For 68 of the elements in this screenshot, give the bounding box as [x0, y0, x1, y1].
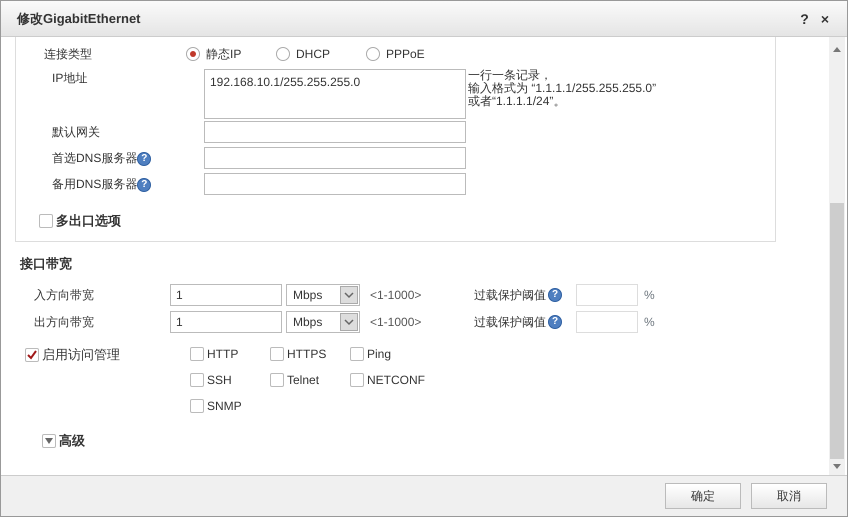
- checkbox-label: SSH: [207, 372, 232, 389]
- help-button[interactable]: ?: [548, 288, 562, 302]
- section-title: 接口带宽: [20, 254, 73, 272]
- caret-icon: [45, 438, 53, 444]
- checkbox-label: 多出口选项: [56, 212, 121, 230]
- field-label: 过载保护阈值: [474, 286, 546, 304]
- unit-select[interactable]: Mbps: [286, 310, 360, 332]
- field-label: 首选DNS服务器: [52, 151, 138, 165]
- caret-icon[interactable]: [344, 318, 354, 326]
- range-text: <1-1000>: [370, 314, 422, 330]
- close-button[interactable]: ×: [814, 12, 835, 26]
- input-field[interactable]: [204, 121, 466, 143]
- threshold-field[interactable]: [576, 284, 638, 306]
- radio-button[interactable]: [366, 47, 380, 61]
- range-text: <1-1000>: [370, 286, 422, 304]
- help-button[interactable]: ?: [794, 12, 815, 26]
- checkbox-label: SNMP: [207, 398, 242, 415]
- checkbox[interactable]: [25, 348, 39, 362]
- field-label: 连接类型: [43, 46, 93, 63]
- radio-button[interactable]: [186, 47, 200, 61]
- scroll-up-icon[interactable]: [832, 45, 842, 53]
- bandwidth-field[interactable]: 1: [170, 284, 282, 306]
- checkbox-label: 启用访问管理: [42, 346, 120, 364]
- checkbox-label: HTTP: [207, 346, 238, 363]
- input-field[interactable]: [204, 173, 466, 195]
- checkbox[interactable]: [270, 373, 284, 387]
- help-button[interactable]: ?: [137, 152, 152, 166]
- percent-text: %: [644, 286, 655, 304]
- caret-icon[interactable]: [344, 290, 354, 298]
- checkbox[interactable]: [190, 347, 204, 361]
- field-label: 过载保护阈值: [474, 314, 546, 330]
- field-label: 备用DNS服务器: [52, 177, 138, 191]
- checkbox-label: NETCONF: [367, 372, 425, 389]
- scroll-down-icon[interactable]: [832, 463, 842, 471]
- radio-label: DHCP: [296, 46, 330, 63]
- checkbox[interactable]: [270, 347, 284, 361]
- checkbox[interactable]: [350, 373, 364, 387]
- radio-label: 静态IP: [206, 46, 242, 63]
- threshold-field[interactable]: [576, 310, 638, 332]
- input-field[interactable]: [204, 147, 466, 169]
- checkbox-label: Telnet: [287, 372, 320, 389]
- radio-button[interactable]: [276, 47, 290, 61]
- radio-label: PPPoE: [386, 46, 425, 63]
- checkbox-label: Ping: [367, 346, 392, 363]
- field-label: 默认网关: [52, 125, 100, 139]
- dialog-button[interactable]: 确定: [665, 483, 741, 509]
- checkbox[interactable]: [190, 399, 204, 413]
- bandwidth-field[interactable]: 1: [170, 310, 282, 332]
- checkbox[interactable]: [190, 373, 204, 387]
- expand-toggle[interactable]: [42, 434, 56, 448]
- checkbox[interactable]: [39, 214, 53, 228]
- field-label: 出方向带宽: [33, 314, 95, 330]
- hint-text: 或者“1.1.1.1/24”。: [468, 95, 566, 108]
- unit-select[interactable]: Mbps: [286, 284, 360, 306]
- field-label: IP地址: [51, 70, 88, 87]
- hint-text: 输入格式为 “1.1.1.1/255.255.255.0”: [468, 82, 656, 95]
- scrollbar-thumb[interactable]: [830, 203, 844, 459]
- field-label: 入方向带宽: [33, 286, 95, 304]
- hint-text: 一行一条记录，: [468, 69, 553, 82]
- dialog-button[interactable]: 取消: [751, 483, 827, 509]
- help-button[interactable]: ?: [137, 178, 152, 192]
- percent-text: %: [644, 314, 655, 330]
- ip-address-field[interactable]: 192.168.10.1/255.255.255.0: [204, 69, 466, 119]
- window-title: 修改GigabitEthernet: [17, 10, 142, 28]
- help-button[interactable]: ?: [548, 314, 562, 328]
- checkbox-label: HTTPS: [287, 346, 326, 363]
- section-title: 高级: [59, 432, 85, 450]
- checkbox[interactable]: [350, 347, 364, 361]
